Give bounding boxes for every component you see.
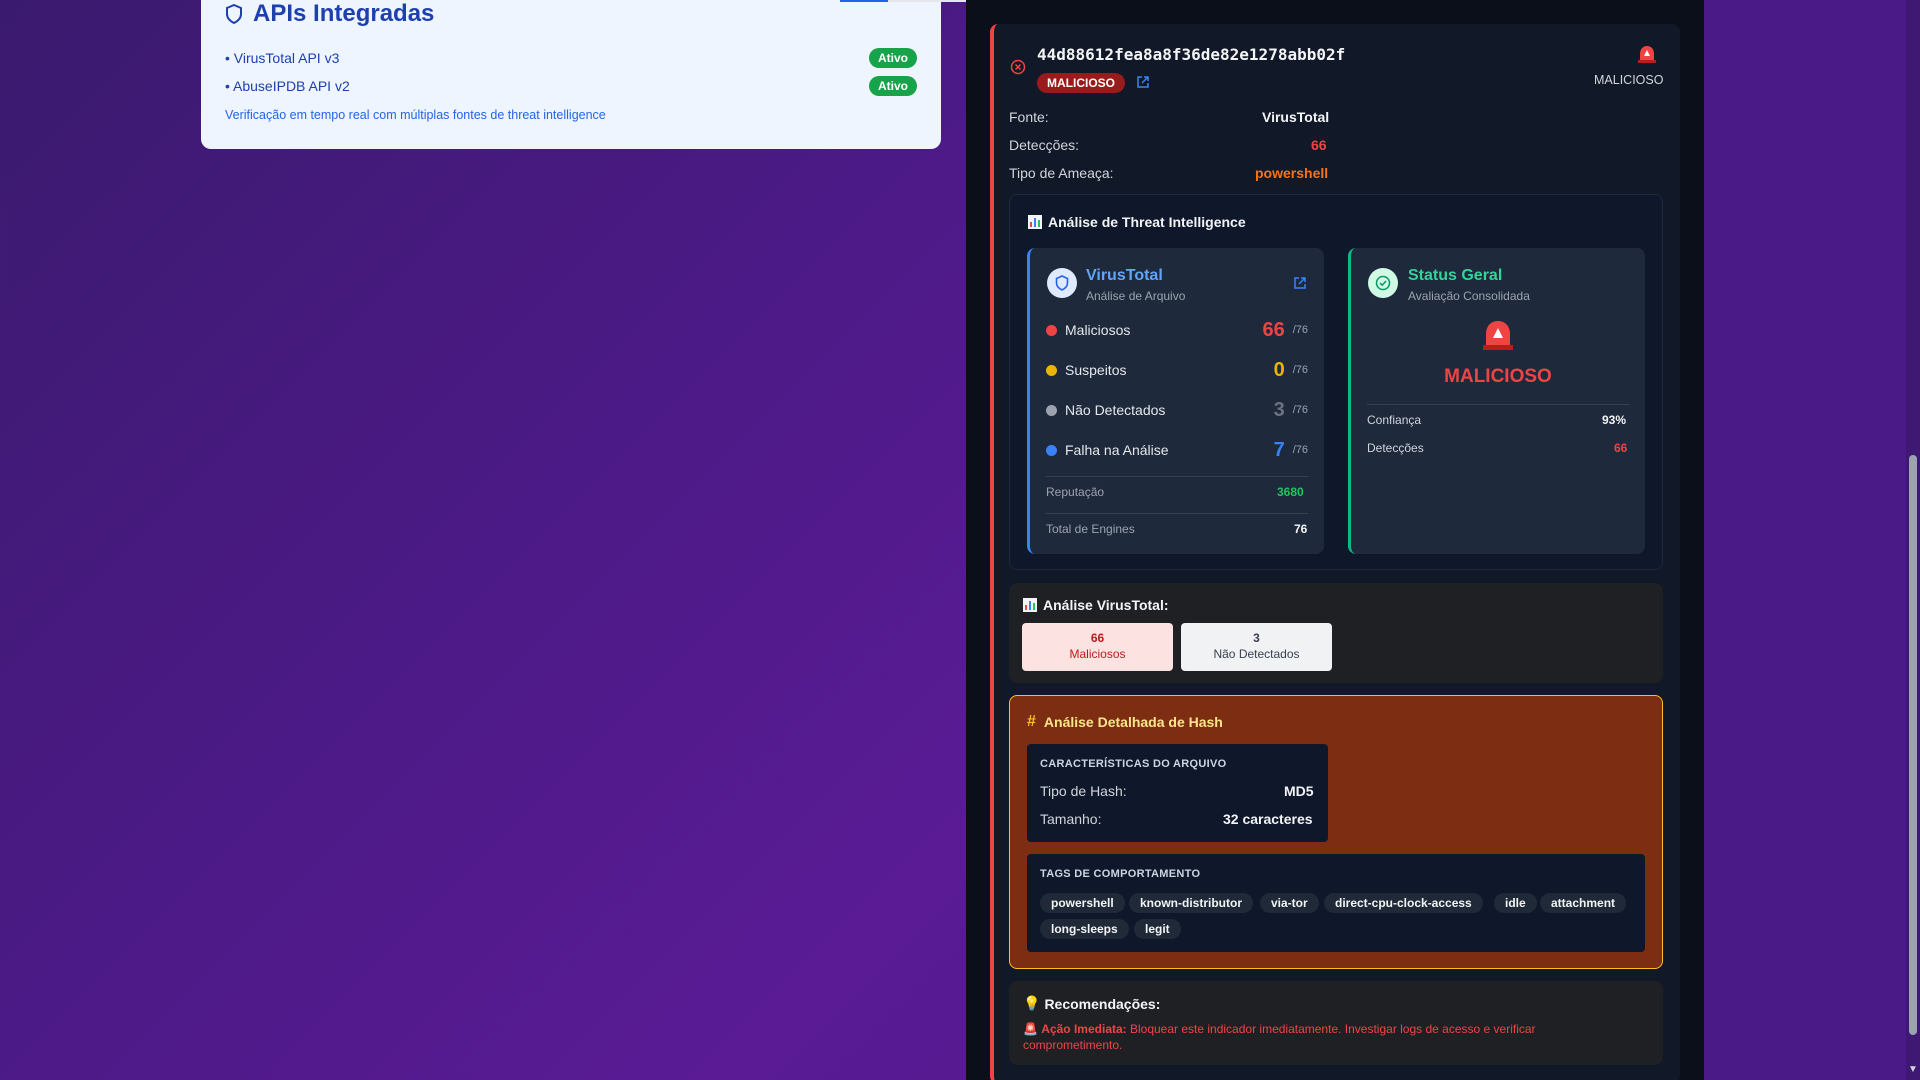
tag-chip: attachment (1540, 893, 1627, 913)
field-detections-label: Detecções: (1009, 137, 1080, 153)
tag-chip: idle (1494, 893, 1537, 913)
hash-type-value: MD5 (1284, 783, 1314, 799)
api-item-label: • VirusTotal API v3 (225, 50, 340, 66)
shield-icon (226, 4, 242, 24)
verdict-label: MALICIOSO (1594, 73, 1664, 87)
divider (1046, 513, 1308, 514)
tab-indicator (840, 0, 888, 2)
siren-icon (1638, 46, 1656, 63)
hash-value: 44d88612fea8a8f36de82e1278abb02f (1037, 45, 1346, 64)
tags-caption: TAGS DE COMPORTAMENTO (1040, 868, 1201, 880)
reputation-label: Reputação (1046, 485, 1105, 499)
field-threat-type-value: powershell (1255, 165, 1329, 181)
field-source-value: VirusTotal (1262, 109, 1330, 125)
verdict-badge: MALICIOSO (1037, 73, 1125, 93)
scroll-down-icon[interactable]: ▼ (1908, 1064, 1918, 1075)
undetected-count-chip: 3 Não Detectados (1181, 623, 1332, 671)
check-circle-icon (1368, 268, 1398, 298)
hash-type-label: Tipo de Hash: (1040, 783, 1127, 799)
reputation-value: 3680 (1277, 485, 1304, 499)
status-badge: Ativo (869, 76, 917, 96)
confidence-value: 93% (1602, 413, 1627, 427)
engines-label: Total de Engines (1046, 522, 1135, 536)
status-badge: Ativo (869, 48, 917, 68)
threat-intel-title: Análise de Threat Intelligence (1028, 214, 1246, 230)
apis-card: APIs Integradas • VirusTotal API v3 Ativ… (201, 0, 941, 149)
tag-chip: direct-cpu-clock-access (1324, 893, 1483, 913)
virustotal-subtitle: Análise de Arquivo (1086, 289, 1186, 303)
size-value: 32 caracteres (1223, 811, 1313, 827)
hash-icon: # (1027, 713, 1036, 730)
api-item-abuseipdb: • AbuseIPDB API v2 Ativo (225, 76, 917, 96)
status-name: Status Geral (1408, 267, 1503, 284)
recommendations-title: 💡 Recomendações: (1023, 995, 1161, 1012)
stat-suspicious: Suspeitos 0 /76 (1046, 358, 1308, 382)
status-verdict: MALICIOSO (1444, 366, 1552, 387)
scrollbar-thumb[interactable] (1909, 455, 1917, 1035)
status-subtitle: Avaliação Consolidada (1408, 289, 1530, 303)
dot-icon (1046, 404, 1057, 416)
apis-header: APIs Integradas (225, 0, 434, 28)
tag-chip: known-distributor (1129, 893, 1253, 913)
field-detections-value: 66 (1311, 137, 1327, 153)
stat-undetected: Não Detectados 3 /76 (1046, 398, 1308, 422)
shield-icon (1047, 268, 1077, 298)
api-item-virustotal: • VirusTotal API v3 Ativo (225, 48, 917, 68)
field-threat-type-label: Tipo de Ameaça: (1009, 165, 1114, 181)
recommendation-item: 🚨 Ação Imediata: Bloquear este indicador… (1023, 1022, 1536, 1052)
tag-chip: powershell (1040, 893, 1125, 913)
status-detections-label: Detecções (1367, 441, 1424, 455)
bar-chart-icon (1028, 215, 1042, 229)
engines-value: 76 (1294, 522, 1308, 536)
divider (1367, 404, 1629, 405)
confidence-label: Confiança (1367, 413, 1422, 427)
bar-chart-icon (1023, 598, 1037, 612)
external-link-icon[interactable] (1293, 276, 1307, 290)
tag-chip: legit (1134, 919, 1181, 939)
stat-malicious: Maliciosos 66 /76 (1046, 318, 1308, 342)
siren-icon (1483, 321, 1513, 350)
status-detections-value: 66 (1614, 441, 1628, 455)
apis-title: APIs Integradas (253, 0, 435, 27)
stat-failure: Falha na Análise 7 /76 (1046, 438, 1308, 462)
api-item-label: • AbuseIPDB API v2 (225, 78, 350, 94)
virustotal-name: VirusTotal (1086, 267, 1163, 284)
page-background (1704, 0, 1920, 1080)
malicious-count-chip: 66 Maliciosos (1022, 623, 1173, 671)
tag-chip: via-tor (1260, 893, 1319, 913)
characteristics-caption: CARACTERÍSTICAS DO ARQUIVO (1040, 758, 1227, 770)
tag-chip: long-sleeps (1040, 919, 1129, 939)
hash-detail-title: # Análise Detalhada de Hash (1027, 713, 1223, 730)
error-circle-icon (1010, 59, 1026, 75)
vt-analysis-title: Análise VirusTotal: (1023, 597, 1169, 613)
apis-note: Verificação em tempo real com múltiplas … (225, 108, 606, 122)
divider (1046, 476, 1308, 477)
external-link-icon[interactable] (1136, 75, 1150, 89)
field-source-label: Fonte: (1009, 109, 1049, 125)
dot-icon (1046, 444, 1057, 456)
lightbulb-icon: 💡 (1023, 995, 1041, 1011)
dot-icon (1046, 324, 1057, 336)
size-label: Tamanho: (1040, 811, 1102, 827)
siren-icon: 🚨 (1023, 1022, 1038, 1036)
dot-icon (1046, 364, 1057, 376)
